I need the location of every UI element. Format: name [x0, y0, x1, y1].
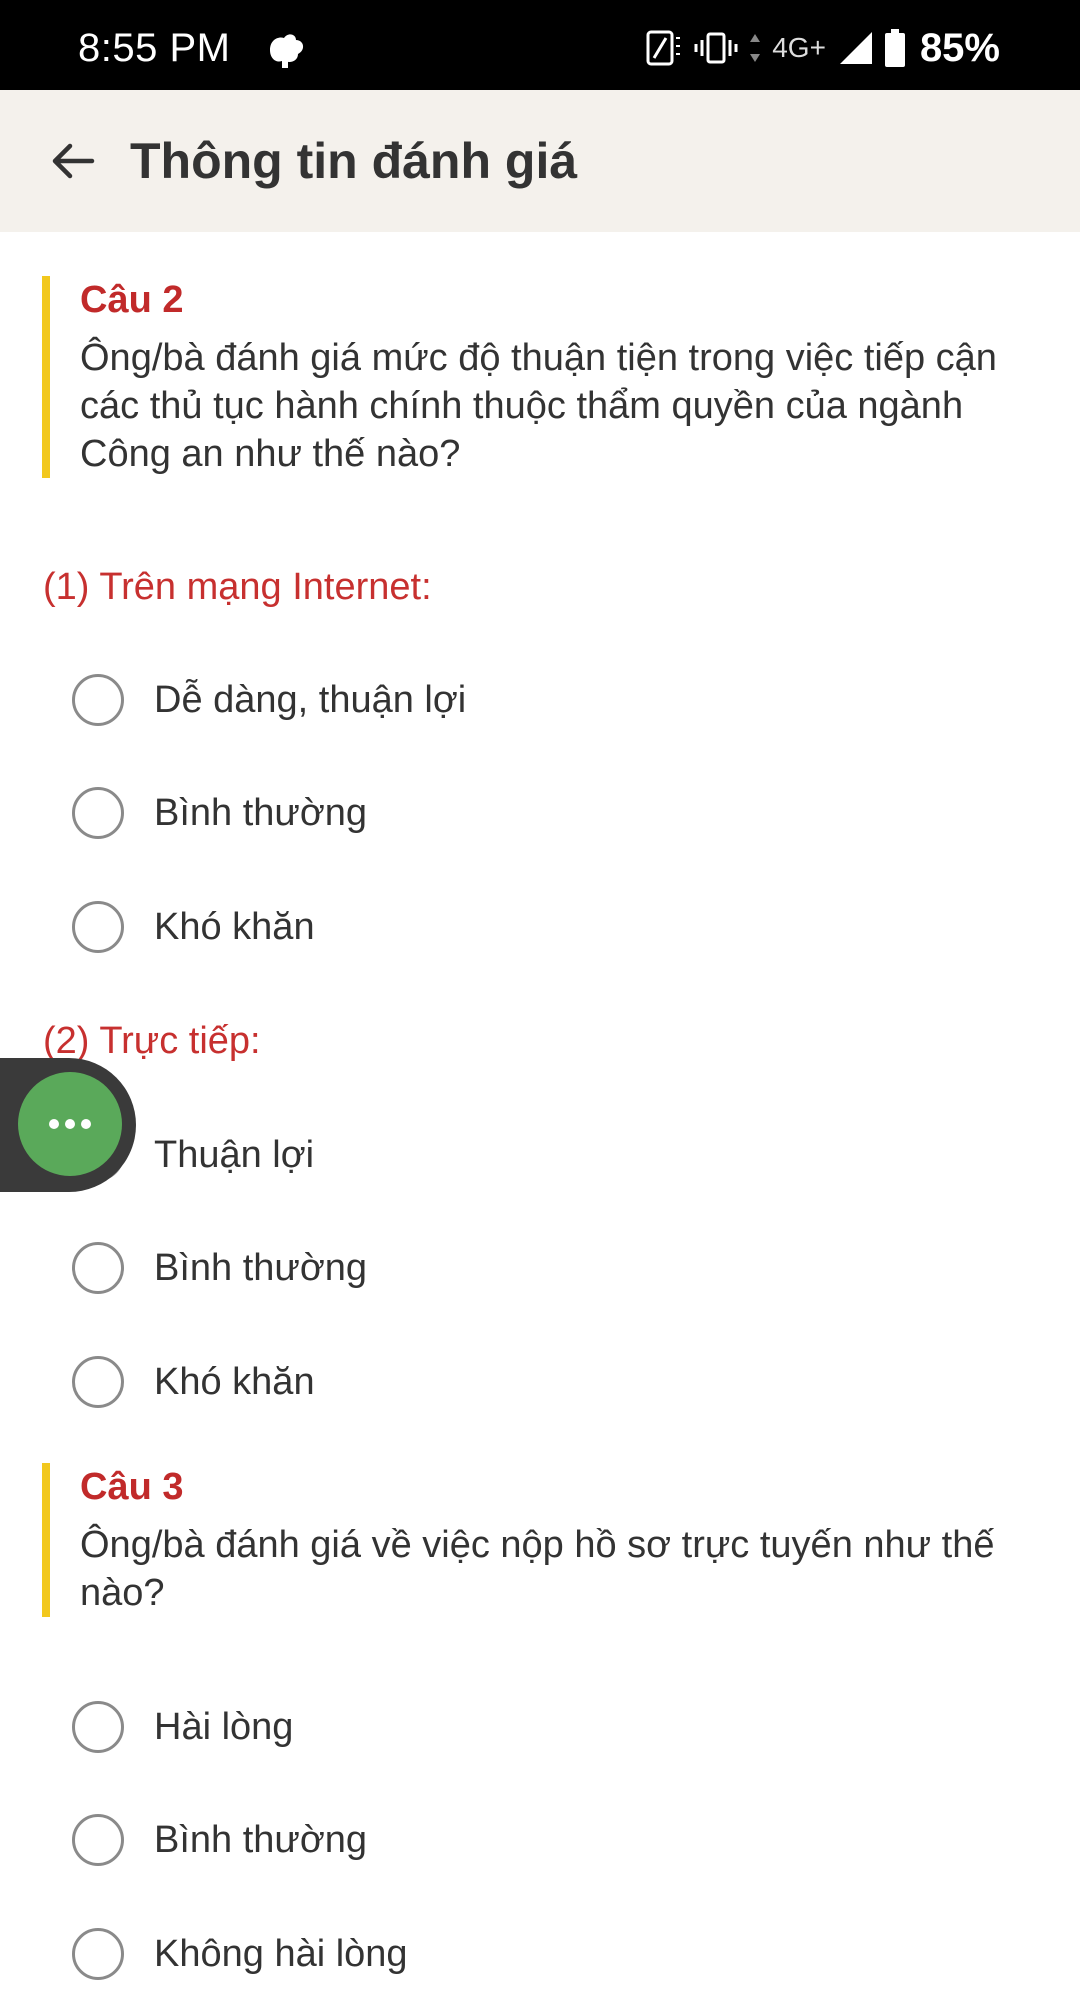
- option-radio[interactable]: Dễ dàng, thuận lợi: [72, 670, 466, 730]
- radio-button[interactable]: [72, 787, 124, 839]
- network-type: 4G+: [772, 32, 826, 63]
- section-label-internet: (1) Trên mạng Internet:: [43, 566, 432, 608]
- option-label: Không hài lòng: [154, 1932, 408, 1975]
- option-label: Hài lòng: [154, 1705, 294, 1748]
- option-radio[interactable]: Không hài lòng: [72, 1924, 408, 1984]
- question-label: Câu 2: [80, 279, 184, 321]
- option-label: Thuận lợi: [154, 1133, 315, 1176]
- radio-button[interactable]: [72, 1701, 124, 1753]
- back-arrow-icon[interactable]: [48, 136, 98, 186]
- battery-percent: 85%: [919, 25, 1000, 70]
- radio-button[interactable]: [72, 1814, 124, 1866]
- status-icons: 4G+ 85%: [644, 26, 1000, 70]
- option-label: Bình thường: [154, 1246, 368, 1289]
- page-title: Thông tin đánh giá: [130, 133, 578, 189]
- question-text: Ông/bà đánh giá về việc nộp hồ sơ trực t…: [80, 1524, 995, 1614]
- option-label: Khó khăn: [154, 1360, 315, 1403]
- option-label: Bình thường: [154, 1818, 368, 1861]
- option-radio[interactable]: Bình thường: [72, 783, 367, 843]
- option-radio[interactable]: Khó khăn: [72, 1352, 315, 1412]
- notification-app-icon: [270, 34, 304, 68]
- data-arrows-icon: [750, 34, 761, 62]
- radio-button[interactable]: [72, 674, 124, 726]
- question-text: Ông/bà đánh giá mức độ thuận tiện trong …: [80, 337, 997, 475]
- radio-button[interactable]: [72, 1928, 124, 1980]
- status-bar: 8:55 PM 4G+ 85%: [0, 0, 1080, 90]
- option-label: Dễ dàng, thuận lợi: [154, 678, 467, 721]
- option-label: Khó khăn: [154, 905, 315, 948]
- signal-icon: [839, 32, 872, 64]
- option-radio[interactable]: Hài lòng: [72, 1697, 293, 1757]
- battery-icon: [884, 29, 905, 67]
- option-radio[interactable]: Bình thường: [72, 1238, 367, 1298]
- radio-button[interactable]: [72, 901, 124, 953]
- vibrate-icon: [694, 32, 738, 64]
- app-bar: Thông tin đánh giá: [0, 90, 1080, 232]
- option-label: Bình thường: [154, 791, 368, 834]
- status-time: 8:55 PM: [78, 26, 231, 70]
- option-radio[interactable]: Bình thường: [72, 1810, 367, 1870]
- radio-button[interactable]: [72, 1242, 124, 1294]
- question-label: Câu 3: [80, 1466, 184, 1508]
- floating-menu-button[interactable]: [18, 1072, 122, 1176]
- question-3: Câu 3 Ông/bà đánh giá về việc nộp hồ sơ …: [42, 1463, 1020, 1617]
- option-radio[interactable]: Khó khăn: [72, 897, 315, 957]
- question-2: Câu 2 Ông/bà đánh giá mức độ thuận tiện …: [42, 276, 1020, 478]
- more-dots-icon: [49, 1119, 91, 1129]
- radio-button[interactable]: [72, 1356, 124, 1408]
- nfc-icon: [646, 30, 681, 66]
